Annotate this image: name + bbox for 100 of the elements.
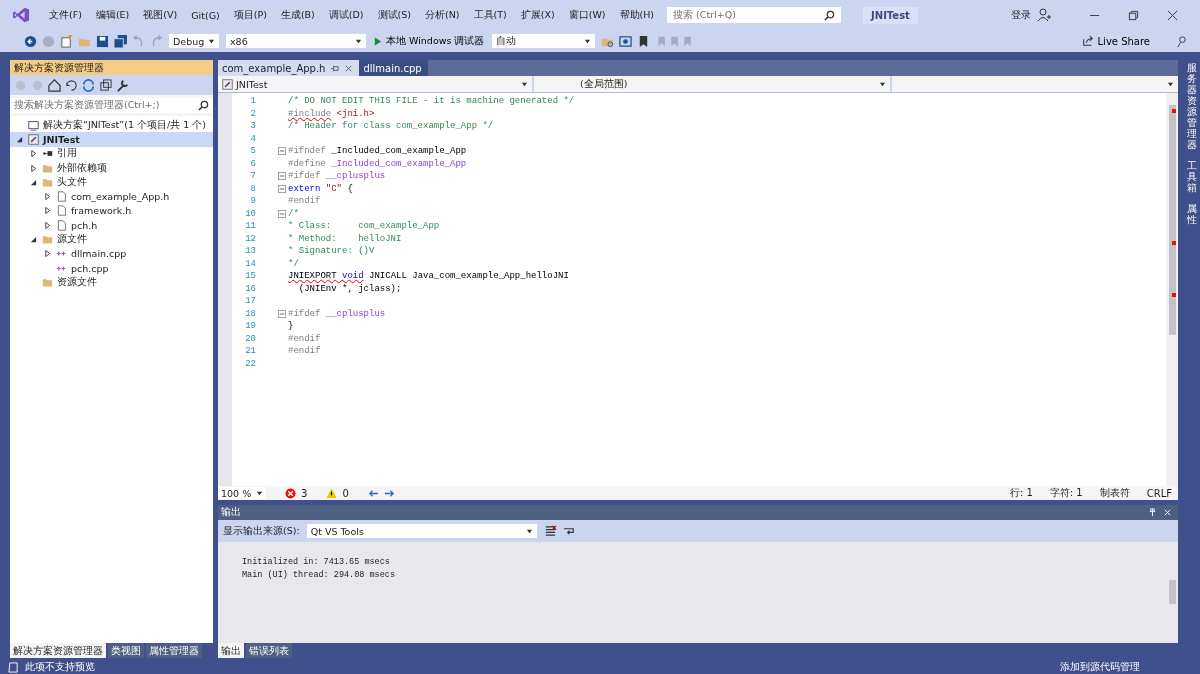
zoom-dropdown[interactable]: 100 % [218,487,266,499]
collapsed-arrow-icon[interactable] [44,250,51,258]
tree-item[interactable]: JNITest [10,132,213,147]
editor-status: 制表符 [1099,486,1130,500]
menu-item[interactable]: 扩展(X) [513,8,562,22]
play-icon [374,36,382,46]
code-line: extern "C" { [288,183,353,194]
line-number: 16 [244,283,256,294]
target-dropdown[interactable]: 自动 [491,33,597,49]
clear-icon[interactable] [543,524,557,538]
source-control-button[interactable]: 添加到源代码管理 [1060,660,1140,674]
solution-icon [28,119,39,131]
tree-item[interactable]: framework.h [10,203,213,219]
wrench-icon[interactable] [116,78,129,92]
line-number: 12 [244,233,256,244]
panel-tab[interactable]: 输出 [218,643,244,658]
config-dropdown[interactable]: Debug [168,33,220,49]
menu-item[interactable]: 帮助(H) [612,8,662,22]
restore-icon[interactable] [1128,9,1139,21]
line-number: 13 [244,246,256,257]
menu-item[interactable]: 分析(N) [418,8,467,22]
code-line: */ [288,258,299,269]
search-field[interactable]: 搜索 (Ctrl+Q) [667,7,842,23]
panel-title: 输出 [221,506,241,519]
home-icon[interactable] [48,78,61,92]
panel-tab[interactable]: 错误列表 [246,643,292,658]
platform-dropdown[interactable]: x86 [225,33,367,49]
tree-item[interactable]: 头文件 [10,175,213,190]
close-icon[interactable] [1167,9,1178,21]
collapse-all-icon[interactable] [99,78,112,92]
history-icon[interactable] [65,78,78,92]
expanded-arrow-icon[interactable] [16,135,23,143]
source-dropdown[interactable]: Qt VS Tools [305,523,538,539]
menu-item[interactable]: 文件(F) [42,8,89,22]
error-count[interactable]: 3 [301,487,308,499]
output-line: Main (UI) thread: 294.08 msecs [242,570,397,582]
run-button[interactable]: 本地 Windows 调试器 [372,34,487,48]
close-icon[interactable] [344,63,354,73]
pin-icon[interactable] [330,63,340,73]
live-share-button[interactable]: Live Share [1075,34,1156,48]
file-icon [56,219,67,231]
refresh-icon[interactable] [82,78,95,92]
user-icon[interactable] [1037,8,1051,22]
sign-in-link[interactable]: 登录 [1011,8,1031,22]
expanded-arrow-icon[interactable] [30,178,37,186]
code-line: #ifdef __cplusplus [288,308,386,319]
panel-tab[interactable]: 属性管理器 [146,643,202,658]
editor-tab[interactable]: com_example_App.h [218,60,360,76]
collapse-icon[interactable] [278,172,286,181]
side-tab[interactable]: 工具箱 [1186,160,1197,193]
code-line: /* [288,208,299,219]
new-project-icon[interactable] [60,34,73,48]
menu-item[interactable]: 项目(P) [226,8,274,22]
code-line: } [288,321,294,332]
expanded-arrow-icon[interactable] [30,236,37,243]
panel-tab[interactable]: 解决方案资源管理器 [10,643,106,658]
line-number: 20 [244,333,256,344]
panel-tab[interactable]: 类视图 [108,643,144,658]
tree-item[interactable]: dllmain.cpp [10,246,213,261]
menu-item[interactable]: 编辑(E) [88,8,137,22]
search-icon [198,100,209,111]
side-tab[interactable]: 服务器资源管理器 [1186,62,1197,150]
menu-item[interactable]: 调试(D) [321,8,371,22]
collapse-icon[interactable] [278,209,286,218]
tree-item[interactable]: 引用 [10,146,213,161]
tree-item[interactable]: 外部依赖项 [10,160,213,176]
side-tab[interactable]: 属性 [1186,203,1197,225]
menu-item[interactable]: 测试(S) [370,8,418,22]
tree-item[interactable]: 资源文件 [10,275,213,290]
code-line: #ifndef _Included_com_example_App [288,146,467,157]
menu-item[interactable]: Git(G) [184,9,227,21]
warning-count[interactable]: 0 [342,487,349,499]
menu-item[interactable]: 窗口(W) [561,8,613,22]
menu-item[interactable]: 视图(V) [136,8,185,22]
line-number: 7 [249,171,256,182]
tree-item[interactable]: 源文件 [10,232,213,247]
editor-status: 行: 1 [1009,486,1033,500]
explorer-search-field[interactable]: 搜索解决方案资源管理器(Ctrl+;) [10,98,213,113]
menu-item[interactable]: 工具(T) [466,8,514,22]
line-number: 22 [244,358,256,369]
save-icon[interactable] [96,34,109,48]
scope-dropdown[interactable]: (全局范围) [534,76,890,92]
tree-item[interactable]: pch.h [10,218,213,233]
line-number: 21 [244,346,256,357]
save-all-icon[interactable] [114,34,127,48]
code-line: * Class: com_example_App [288,221,440,232]
scrollbar[interactable] [1166,93,1178,486]
collapse-icon[interactable] [278,147,286,156]
collapse-icon[interactable] [278,184,286,193]
line-number: 2 [249,108,256,119]
editor-status: 字符: 1 [1049,486,1083,500]
menu-item[interactable]: 生成(B) [273,8,322,22]
tree-item[interactable]: 解决方案“JNITest”(1 个项目/共 1 个) [10,118,213,133]
tree-item[interactable]: pch.cpp [10,260,213,276]
tree-item[interactable]: com_example_App.h [10,189,213,204]
collapse-icon[interactable] [278,309,286,318]
project-dropdown[interactable]: JNITest [218,76,532,92]
line-number: 8 [249,183,256,194]
editor-tab[interactable]: dllmain.cpp [359,60,428,76]
screenshot-icon[interactable] [619,34,633,48]
